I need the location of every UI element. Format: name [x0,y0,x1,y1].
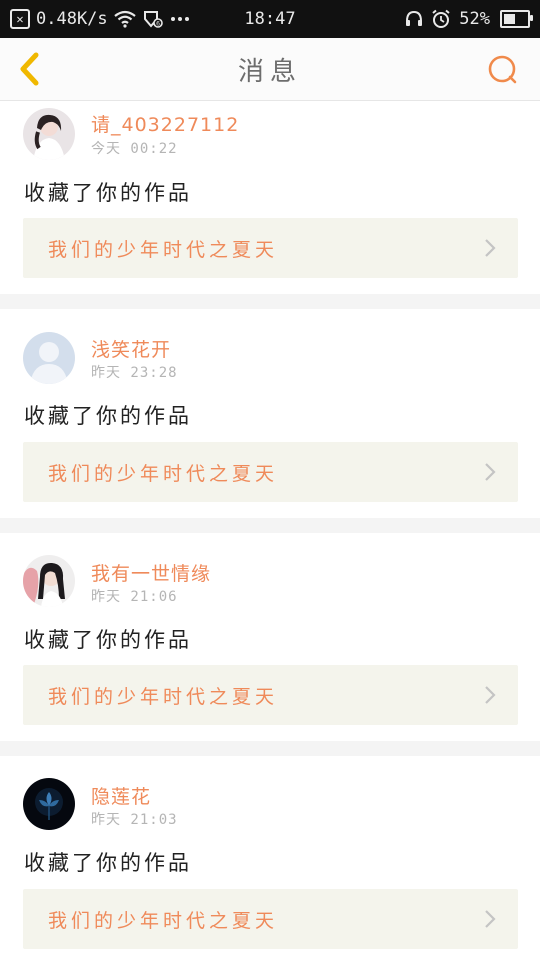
action-text: 收藏了你的作品 [24,404,192,428]
work-title: 我们的少年时代之夏天 [48,685,279,708]
battery-icon [500,10,533,28]
avatar[interactable] [23,778,75,830]
wifi-icon [113,10,136,28]
username[interactable]: 浅笑花开 [91,335,171,362]
headphones-icon [406,10,423,26]
chevron-right-icon [485,686,496,704]
avatar-girls-photo [23,555,75,607]
battery-percent: 52% [459,9,490,29]
timestamp: 昨天 21:06 [91,589,178,605]
action-text: 收藏了你的作品 [24,628,192,652]
action-text: 收藏了你的作品 [24,181,192,205]
work-title: 我们的少年时代之夏天 [48,909,279,932]
username[interactable]: 隐莲花 [91,782,151,809]
timestamp: 昨天 21:03 [91,812,178,828]
avatar[interactable] [23,108,75,160]
app-header: 消息 [0,38,540,101]
more-dots-icon [170,17,189,21]
message-card: 我有一世情缘 昨天 21:06 收藏了你的作品 我们的少年时代之夏天 [0,533,540,741]
username[interactable]: 我有一世情缘 [91,559,211,586]
clock: 18:47 [244,9,296,29]
message-card: 浅笑花开 昨天 23:28 收藏了你的作品 我们的少年时代之夏天 [0,309,540,518]
net-speed: 0.48K/s [36,9,108,29]
action-text: 收藏了你的作品 [24,851,192,875]
message-card: 隐莲花 昨天 21:03 收藏了你的作品 我们的少年时代之夏天 [0,756,540,960]
work-title: 我们的少年时代之夏天 [48,462,279,485]
work-link[interactable]: 我们的少年时代之夏天 [23,889,518,949]
work-title: 我们的少年时代之夏天 [48,238,279,261]
avatar-default [23,332,75,384]
avatar[interactable] [23,332,75,384]
work-link[interactable]: 我们的少年时代之夏天 [23,665,518,725]
message-card: 请_403227112 今天 00:22 收藏了你的作品 我们的少年时代之夏天 [0,101,540,294]
notification-icon: 6 [143,11,163,28]
avatar-girl-photo [23,108,75,160]
search-icon[interactable] [486,53,520,87]
avatar[interactable] [23,555,75,607]
work-link[interactable]: 我们的少年时代之夏天 [23,218,518,278]
timestamp: 今天 00:22 [91,141,178,157]
svg-text:6: 6 [156,21,160,28]
close-box-icon: ✕ [10,9,30,29]
chevron-right-icon [485,463,496,481]
timestamp: 昨天 23:28 [91,365,178,381]
username[interactable]: 请_403227112 [91,110,239,137]
chevron-right-icon [485,239,496,257]
chevron-right-icon [485,910,496,928]
avatar-dark-flower [23,778,75,830]
work-link[interactable]: 我们的少年时代之夏天 [23,442,518,502]
status-bar: ✕ 0.48K/s 6 18:47 52% [0,0,540,38]
page-title: 消息 [237,56,302,87]
alarm-icon [432,9,450,28]
